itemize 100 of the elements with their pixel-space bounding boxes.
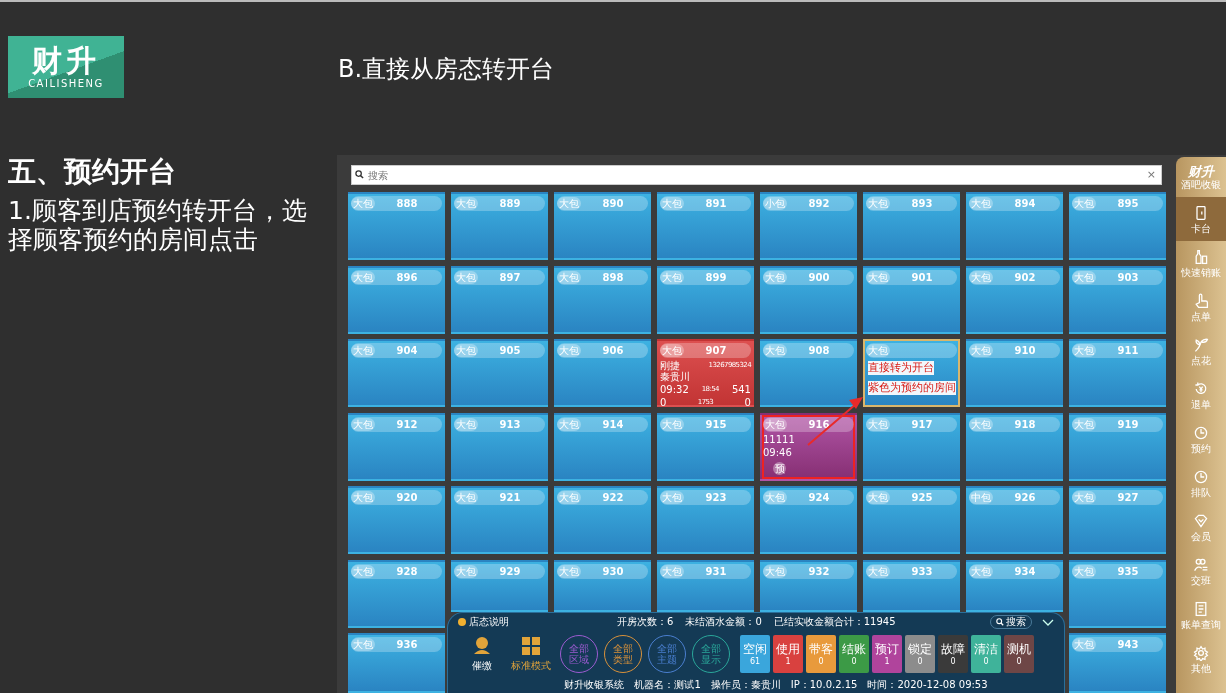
- tile-detail: 秦贵川: [660, 371, 690, 382]
- room-tile[interactable]: 大包 928: [348, 559, 445, 628]
- room-tile[interactable]: 大包 911: [1069, 339, 1166, 407]
- room-tile[interactable]: 大包 903: [1069, 265, 1166, 334]
- status-legend-item[interactable]: 锁定 0: [905, 635, 935, 673]
- room-tile[interactable]: 大包 899: [657, 265, 754, 334]
- status-legend-item[interactable]: 使用 1: [773, 635, 803, 673]
- room-number: 903: [1116, 271, 1140, 283]
- room-tile[interactable]: 大包 918: [966, 412, 1063, 481]
- people-icon: [1193, 556, 1209, 573]
- status-legend-item[interactable]: 带客 0: [806, 635, 836, 673]
- room-tile[interactable]: 大包 895: [1069, 192, 1166, 260]
- room-tile[interactable]: 大包 924: [760, 486, 857, 554]
- room-tile[interactable]: 大包 896: [348, 265, 445, 334]
- status-label: 清洁: [974, 641, 998, 657]
- tile-detail: 09:32: [660, 384, 689, 395]
- room-tile[interactable]: 大包 923: [657, 486, 754, 554]
- room-tile[interactable]: 大包 913: [451, 412, 548, 481]
- room-number: 914: [601, 418, 625, 430]
- room-tile[interactable]: 大包 930: [554, 559, 651, 612]
- room-tile[interactable]: 大包 933: [863, 559, 960, 612]
- room-number: 919: [1116, 418, 1140, 430]
- room-number: 896: [395, 271, 419, 283]
- room-tile[interactable]: 大包 925: [863, 486, 960, 554]
- room-tile[interactable]: 大包 927: [1069, 486, 1166, 554]
- status-legend-item[interactable]: 测机 0: [1004, 635, 1034, 673]
- room-tile[interactable]: 大包 919: [1069, 412, 1166, 481]
- room-tile[interactable]: 大包 894: [966, 192, 1063, 260]
- room-number: 935: [1116, 565, 1140, 577]
- footer-text: 机器名：测试1: [634, 678, 701, 692]
- room-tile[interactable]: 大包 935: [1069, 559, 1166, 628]
- room-tile[interactable]: 大包 893: [863, 192, 960, 260]
- mode-button[interactable]: 标准模式: [508, 635, 554, 673]
- room-tile[interactable]: 中包 926: [966, 486, 1063, 554]
- room-tile[interactable]: 大包 906: [554, 339, 651, 407]
- chevron-down-icon[interactable]: [1042, 618, 1054, 626]
- sidebar-item[interactable]: 会员: [1176, 505, 1226, 549]
- legend-link[interactable]: 店态说明: [458, 615, 509, 629]
- room-type-badge: 大包: [1072, 564, 1096, 578]
- sidebar-item[interactable]: 交班: [1176, 549, 1226, 593]
- room-tile[interactable]: 小包 892: [760, 192, 857, 260]
- room-tile[interactable]: 大包 912: [348, 412, 445, 481]
- room-number: 893: [910, 198, 934, 209]
- sidebar-item[interactable]: 卡台: [1176, 197, 1226, 241]
- room-tile[interactable]: 大包 916 11111 09:46 预: [760, 412, 857, 481]
- sidebar-item[interactable]: 点花: [1176, 329, 1226, 373]
- room-tile[interactable]: 大包 908: [760, 339, 857, 407]
- sidebar-item[interactable]: 点单: [1176, 285, 1226, 329]
- room-type-badge: 大包: [969, 197, 993, 210]
- room-tile[interactable]: 大包 934: [966, 559, 1063, 612]
- room-number: 933: [910, 565, 934, 577]
- room-type-badge: 大包: [351, 638, 375, 651]
- room-tile[interactable]: 大包 922: [554, 486, 651, 554]
- sidebar-item[interactable]: 排队: [1176, 461, 1226, 505]
- room-tile[interactable]: 大包 897: [451, 265, 548, 334]
- sidebar-item[interactable]: 预约: [1176, 417, 1226, 461]
- room-number: 943: [1116, 639, 1140, 650]
- sidebar-item[interactable]: 快速销账: [1176, 241, 1226, 285]
- card-icon: [1193, 204, 1209, 221]
- room-tile[interactable]: 大包 直接转为开台 紫色为预约的房间: [863, 339, 960, 407]
- room-tile[interactable]: 大包 905: [451, 339, 548, 407]
- status-legend-item[interactable]: 空闲 61: [740, 635, 770, 673]
- room-tile[interactable]: 大包 898: [554, 265, 651, 334]
- room-tile[interactable]: 大包 889: [451, 192, 548, 260]
- room-tile[interactable]: 大包 915: [657, 412, 754, 481]
- room-tile[interactable]: 大包 902: [966, 265, 1063, 334]
- status-label: 预订: [875, 641, 899, 657]
- room-tile[interactable]: 大包 920: [348, 486, 445, 554]
- room-tile[interactable]: 大包 901: [863, 265, 960, 334]
- sidebar-item[interactable]: 其他: [1176, 637, 1226, 681]
- status-legend-item[interactable]: 故障 0: [938, 635, 968, 673]
- room-tile[interactable]: 大包 929: [451, 559, 548, 612]
- room-tile[interactable]: 大包 921: [451, 486, 548, 554]
- room-type-badge: 大包: [660, 270, 684, 284]
- room-tile[interactable]: 大包 936: [348, 633, 445, 693]
- status-legend-item[interactable]: 结账 0: [839, 635, 869, 673]
- status-legend-item[interactable]: 预订 1: [872, 635, 902, 673]
- room-number: 888: [395, 198, 419, 209]
- room-tile[interactable]: 大包 890: [554, 192, 651, 260]
- room-type-badge: 大包: [866, 417, 890, 431]
- room-tile[interactable]: 大包 932: [760, 559, 857, 612]
- room-tile[interactable]: 大包 891: [657, 192, 754, 260]
- room-type-badge: 大包: [454, 564, 478, 578]
- room-number: 930: [601, 565, 625, 577]
- sidebar-item[interactable]: 账单查询: [1176, 593, 1226, 637]
- room-type-badge: 大包: [454, 270, 478, 284]
- status-legend-item[interactable]: 清洁 0: [971, 635, 1001, 673]
- room-tile[interactable]: 大包 900: [760, 265, 857, 334]
- room-number: 913: [498, 418, 522, 430]
- sidebar-item[interactable]: 退单: [1176, 373, 1226, 417]
- room-tile[interactable]: 大包 931: [657, 559, 754, 612]
- room-tile[interactable]: 大包 888: [348, 192, 445, 260]
- collect-button[interactable]: 催缴: [464, 635, 500, 673]
- room-tile[interactable]: 大包 910: [966, 339, 1063, 407]
- room-tile[interactable]: 大包 904: [348, 339, 445, 407]
- clear-button[interactable]: ×: [1146, 168, 1156, 181]
- room-tile[interactable]: 大包 943: [1069, 633, 1166, 693]
- stat-text: 开房次数：6: [617, 615, 674, 629]
- room-tile[interactable]: 大包 914: [554, 412, 651, 481]
- room-tile[interactable]: 大包 917: [863, 412, 960, 481]
